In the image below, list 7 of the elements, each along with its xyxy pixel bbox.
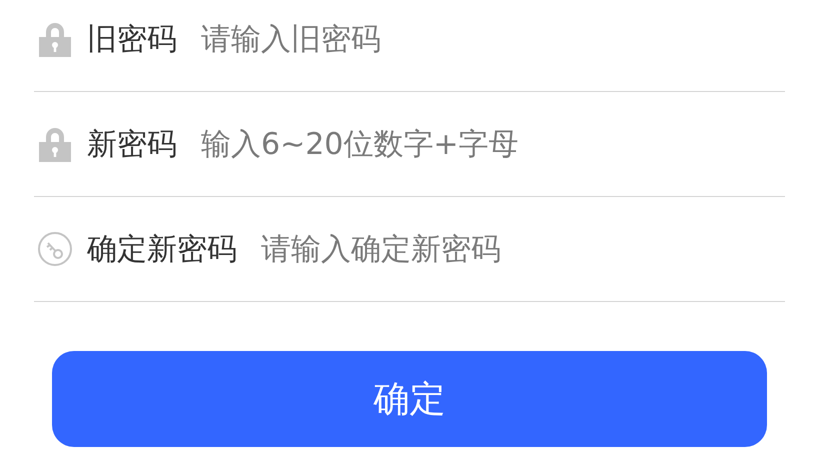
field-label: 新密码 xyxy=(87,126,177,164)
field-label: 旧密码 xyxy=(87,20,177,58)
lock-icon xyxy=(38,126,72,162)
lock-icon xyxy=(38,21,72,57)
key-icon xyxy=(37,231,73,267)
field-label: 确定新密码 xyxy=(87,230,237,268)
confirm-button[interactable]: 确定 xyxy=(52,351,767,447)
